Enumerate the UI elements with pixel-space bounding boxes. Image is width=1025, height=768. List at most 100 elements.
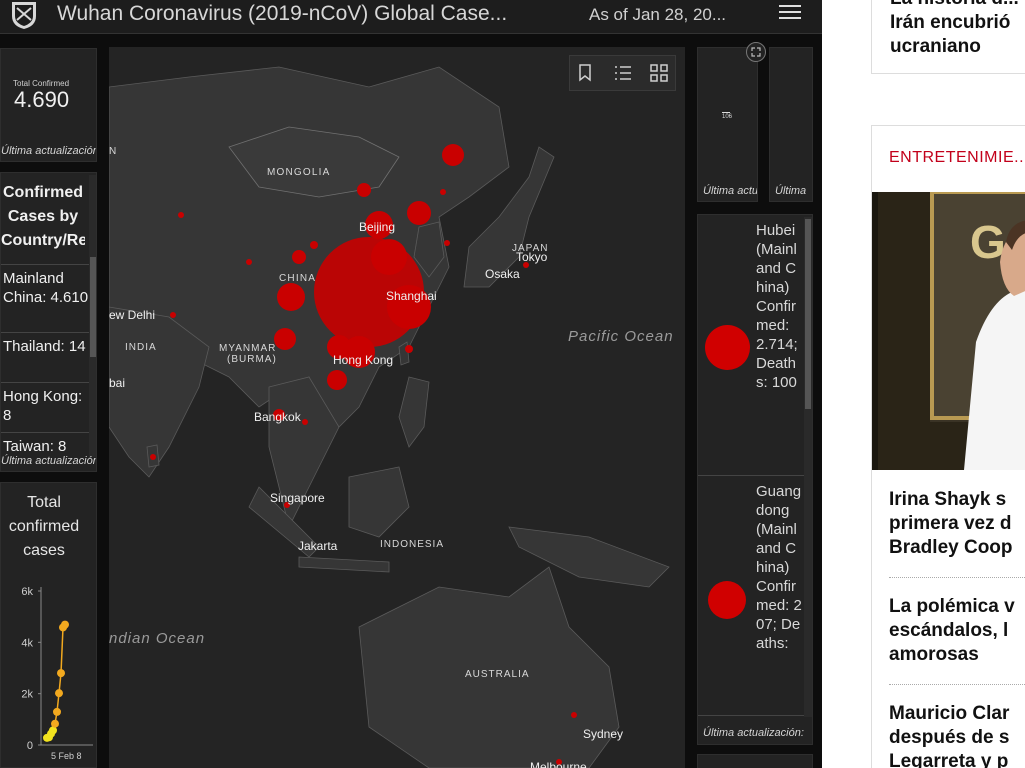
map-label-beijing: Beijing — [359, 220, 395, 234]
as-of-date: As of Jan 28, 20... — [589, 5, 727, 24]
map-canvas[interactable]: MONGOLIA CHINA Beijing Shanghai JAPAN To… — [109, 47, 685, 768]
map-label-jakarta: Jakarta — [298, 539, 338, 553]
map-label-indian-ocean: ndian Ocean — [109, 630, 205, 647]
chart-heading: Total confirmed cases — [8, 494, 80, 559]
map-label-pacific: Pacific Ocean — [568, 328, 674, 345]
list-item[interactable]: Hong Kong: 8 — [1, 382, 89, 432]
headline-line[interactable]: La historia d... — [890, 0, 1019, 11]
x-tick-label: 5 Feb 8 — [51, 751, 82, 761]
y-tick-label: 6k — [21, 586, 33, 598]
headline-line[interactable]: Bradley Coop — [889, 536, 1013, 560]
last-update-label: Última — [775, 185, 807, 197]
case-dot — [302, 419, 308, 425]
data-point — [61, 620, 69, 629]
list-scrollbar[interactable] — [89, 175, 96, 457]
case-dot — [405, 345, 413, 353]
case-dot — [371, 239, 407, 275]
map-label-bai: bai — [109, 376, 125, 390]
last-update-label: Última actualización — [1, 145, 97, 157]
case-dot — [442, 144, 464, 166]
province-text: Guangdong (Mainland China) Confirmed: 20… — [756, 483, 802, 652]
case-dot — [150, 454, 156, 460]
cases-line-chart[interactable]: 0 2k 4k 6k 5 Feb 8 — [1, 573, 97, 768]
article-photo[interactable]: G — [872, 192, 1025, 470]
case-dot — [310, 241, 318, 249]
map-label-mongolia: MONGOLIA — [267, 167, 331, 178]
headline-line[interactable]: primera vez d — [889, 512, 1012, 536]
new-guinea-region — [508, 526, 670, 588]
list-item[interactable]: Thailand: 14 — [1, 332, 89, 382]
cases-by-country-heading: Confirmed Cases by Country/Region — [1, 184, 85, 249]
data-point — [53, 707, 61, 716]
case-dot — [571, 712, 577, 718]
case-dot — [407, 201, 431, 225]
case-dot — [357, 183, 371, 197]
headline-line[interactable]: ucraniano — [890, 35, 981, 59]
case-size-dot — [708, 581, 746, 619]
photo-graphic: G — [872, 192, 1025, 470]
case-dot — [178, 212, 184, 218]
case-dot — [444, 240, 450, 246]
map-label-melbourne: Melbourne — [530, 760, 587, 768]
map-label-myanmar: MYANMAR — [219, 343, 276, 354]
dashboard-title: Wuhan Coronavirus (2019-nCoV) Global Cas… — [57, 2, 508, 25]
news-card-entertainment: ENTRETENIMIE... G Irina Shayk s primera … — [871, 125, 1025, 768]
list-item[interactable]: Guangdong (Mainland China) Confirmed: 20… — [698, 476, 804, 716]
map-label-hong-kong: Hong Kong — [333, 353, 393, 367]
basemap-gallery-icon[interactable] — [650, 64, 668, 82]
case-dot — [274, 328, 296, 350]
last-update-label: Última actu — [703, 185, 758, 197]
world-map[interactable]: MONGOLIA CHINA Beijing Shanghai JAPAN To… — [109, 47, 685, 768]
case-size-dot — [705, 325, 750, 370]
section-title[interactable]: ENTRETENIMIE... — [889, 149, 1025, 167]
map-label-n-edge: N — [109, 146, 116, 157]
list-item[interactable]: Mainland China: 4.610 — [1, 264, 89, 332]
jhu-logo-icon — [12, 2, 36, 29]
map-label-bangkok: Bangkok — [254, 410, 302, 424]
y-tick-label: 4k — [21, 637, 33, 649]
list-item[interactable]: Taiwan: 8 — [1, 432, 89, 456]
dashboard: Wuhan Coronavirus (2019-nCoV) Global Cas… — [0, 0, 822, 768]
headline-line[interactable]: Irán encubrió — [890, 11, 1010, 35]
map-label-australia: AUSTRALIA — [465, 669, 530, 680]
data-point — [57, 669, 65, 678]
legend-list-icon[interactable] — [614, 64, 632, 82]
case-dot — [327, 370, 347, 390]
scrollbar-thumb[interactable] — [805, 219, 811, 409]
headline-line[interactable]: amorosas — [889, 643, 979, 667]
headline-line[interactable]: escándalos, l — [889, 619, 1008, 643]
case-dot — [170, 312, 176, 318]
value-underline — [722, 112, 730, 113]
headline-line[interactable]: Legarreta y p — [889, 750, 1008, 768]
map-label-singapore: Singapore — [270, 491, 325, 505]
menu-icon[interactable] — [778, 1, 802, 25]
expand-icon[interactable] — [746, 42, 766, 62]
recovered-panel: Última — [769, 47, 813, 202]
last-update-label: Última actualización: — [703, 727, 804, 739]
headline-line[interactable]: La polémica v — [889, 595, 1015, 619]
cases-by-country-panel: Confirmed Cases by Country/Region Mainla… — [0, 172, 97, 472]
australia-landmass — [358, 566, 620, 768]
map-label-tokyo: Tokyo — [516, 250, 548, 264]
last-update-label: Última actualización — [1, 455, 97, 467]
map-label-indonesia: INDONESIA — [380, 539, 444, 550]
dashboard-header: Wuhan Coronavirus (2019-nCoV) Global Cas… — [0, 0, 822, 34]
scrollbar-thumb[interactable] — [90, 257, 96, 357]
headline-line[interactable]: Irina Shayk s — [889, 488, 1006, 512]
province-text: Hubei (Mainland China) Confirmed: 2.714;… — [756, 222, 798, 391]
total-confirmed-panel: Total Confirmed 4.690 Última actualizaci… — [0, 48, 97, 162]
map-label-burma: (BURMA) — [227, 354, 277, 365]
headline-line[interactable]: después de s — [889, 726, 1009, 750]
case-dot — [277, 283, 305, 311]
divider — [889, 684, 1025, 685]
headline-line[interactable]: Mauricio Clar — [889, 702, 1009, 726]
list-scrollbar[interactable] — [804, 217, 812, 717]
news-card-top[interactable]: La historia d... Irán encubrió ucraniano — [871, 0, 1025, 74]
bookmark-icon[interactable] — [578, 64, 592, 82]
map-toolbar — [569, 55, 676, 91]
deaths-panel: 106 Última actu — [697, 47, 758, 202]
map-label-new-delhi: ew Delhi — [109, 308, 155, 322]
y-tick-label: 2k — [21, 689, 33, 701]
borneo-region — [348, 466, 410, 538]
list-item[interactable]: Hubei (Mainland China) Confirmed: 2.714;… — [698, 215, 804, 476]
